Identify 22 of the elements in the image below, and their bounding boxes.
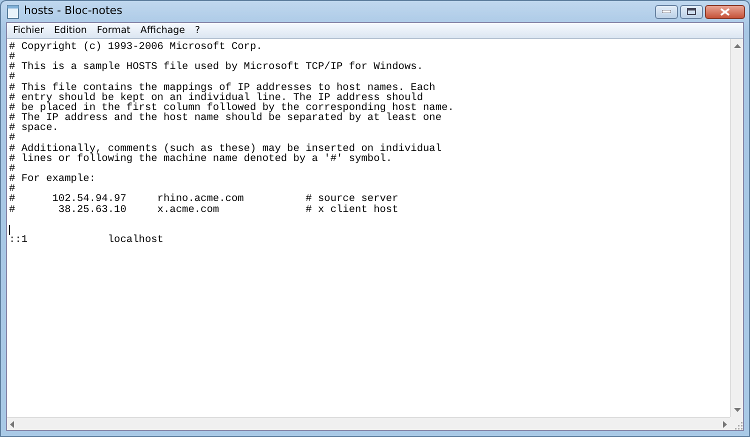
minimize-button[interactable]: [655, 4, 678, 18]
menu-item[interactable]: Format: [92, 24, 136, 38]
minimize-icon: [662, 10, 671, 13]
close-button[interactable]: [705, 4, 745, 18]
window-title: hosts - Bloc-notes: [24, 3, 122, 20]
menu-item[interactable]: Edition: [49, 24, 92, 38]
scroll-right-icon[interactable]: [723, 420, 727, 428]
text-cursor: [9, 224, 10, 235]
close-icon: [720, 8, 730, 16]
size-grip-icon[interactable]: [735, 422, 743, 430]
maximize-icon: [687, 8, 696, 15]
menu-item[interactable]: ?: [190, 24, 206, 38]
scroll-up-icon[interactable]: [734, 44, 740, 48]
horizontal-scrollbar[interactable]: [7, 417, 730, 430]
scroll-left-icon[interactable]: [10, 420, 14, 428]
scroll-down-icon[interactable]: [734, 408, 740, 412]
text-editor[interactable]: # Copyright (c) 1993-2006 Microsoft Corp. # # This is a sample HOSTS file used by Microsoft TCP/IP for Windows. # # This file contains the mappings of IP addresses to host names. Each # entry should be kept on an individual line. The IP address should # be placed in the first column followed by the corresponding host name. # The IP address and the host name should be separated by at least one # space. # # Additionally, comments (such as these) may be inserted on individual # lines or following the machine name denoted by a '#' symbol. # # For example: # # 102.54.94.97 rhino.acme.com # source server # 38.25.63.10 x.acme.com # x client host ::1 localhost: [7, 39, 730, 417]
notepad-icon: [7, 4, 19, 18]
vertical-scrollbar[interactable]: [730, 39, 743, 417]
maximize-button[interactable]: [680, 4, 703, 18]
menu-item[interactable]: Affichage: [135, 24, 190, 38]
menu-item[interactable]: Fichier: [8, 24, 50, 38]
